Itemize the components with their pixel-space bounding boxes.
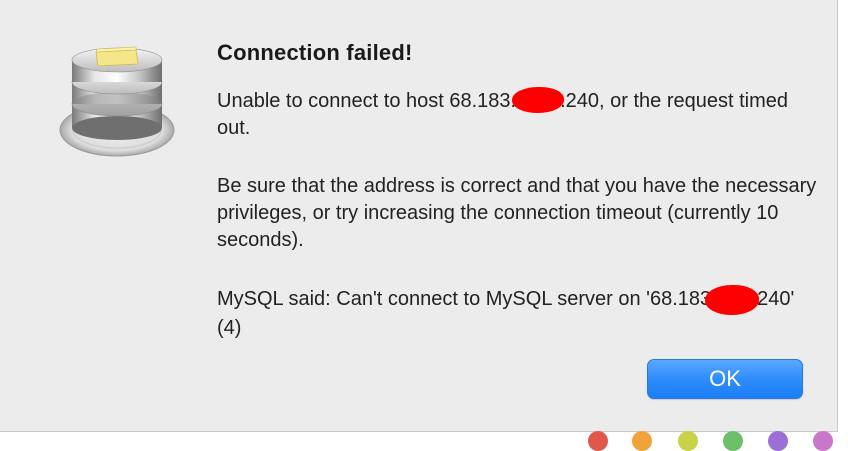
dock-icon-peek (813, 431, 833, 451)
mysql-error-start: MySQL said: Can't connect to MySQL serve… (217, 288, 712, 310)
error-message-start: Unable to connect to host 68.183. (217, 90, 517, 112)
mysql-error-message: MySQL said: Can't connect to MySQL serve… (217, 285, 817, 342)
dock-icon-peek (768, 431, 788, 451)
dock-icon-peek (588, 431, 608, 451)
database-app-icon (59, 46, 175, 157)
dialog-title: Connection failed! (217, 40, 413, 65)
alert-dialog: Connection failed! Unable to connect to … (0, 0, 838, 432)
error-message: Unable to connect to host 68.183. .240, o… (217, 87, 817, 142)
ok-button[interactable]: OK (647, 359, 803, 399)
dock-icon-peek (678, 431, 698, 451)
dock-icon-peek (632, 431, 652, 451)
help-message: Be sure that the address is correct and … (217, 175, 817, 251)
redaction-mark (705, 285, 760, 315)
redaction-mark (512, 87, 565, 113)
dock-icon-peek (723, 431, 743, 451)
